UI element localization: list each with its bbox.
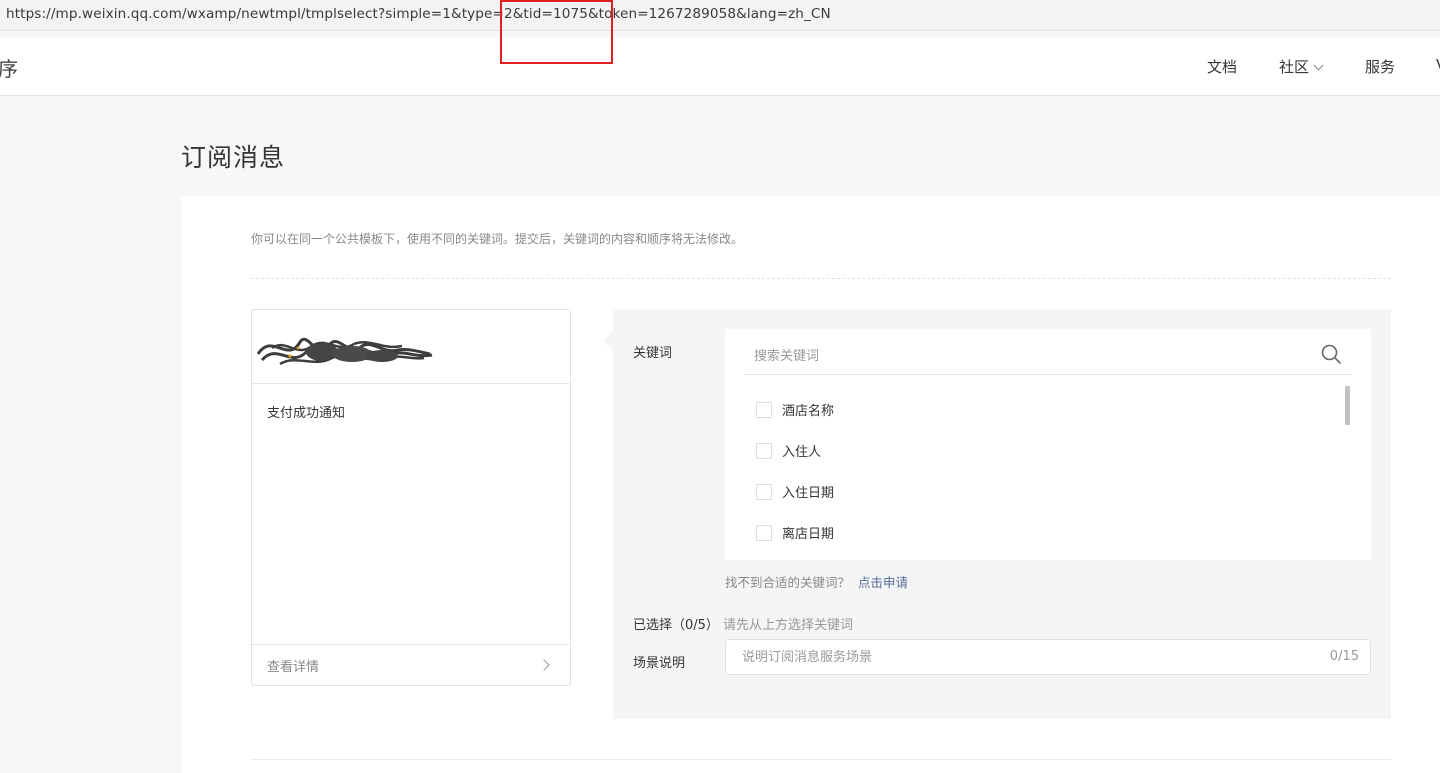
divider: [251, 759, 1391, 760]
page-title: 订阅消息: [181, 143, 286, 172]
main-panel: 你可以在同一个公共模板下，使用不同的关键词。提交后，关键词的内容和顺序将无法修改…: [181, 196, 1440, 773]
cannot-find-row: 找不到合适的关键词？ 点击申请: [725, 572, 908, 591]
keyword-checkbox[interactable]: [756, 401, 772, 418]
keyword-option[interactable]: 入住日期: [756, 471, 834, 512]
keyword-list-scrollbar[interactable]: [1345, 386, 1350, 425]
keyword-checkbox[interactable]: [756, 483, 772, 500]
scene-label: 场景说明: [633, 656, 686, 671]
site-logo-text[interactable]: 序: [0, 53, 18, 82]
apply-keyword-link[interactable]: 点击申请: [858, 575, 908, 590]
keyword-checkbox[interactable]: [756, 524, 772, 541]
scene-char-count: 0/15: [1329, 649, 1359, 664]
page-hint: 你可以在同一个公共模板下，使用不同的关键词。提交后，关键词的内容和顺序将无法修改…: [251, 232, 744, 246]
selected-hint: 请先从上方选择关键词: [722, 618, 853, 633]
keyword-checkbox[interactable]: [756, 442, 772, 459]
view-details-row[interactable]: 查看详情: [252, 644, 570, 685]
keyword-option-label: 入住日期: [782, 486, 835, 501]
keyword-option[interactable]: 入住人: [756, 430, 834, 471]
divider: [251, 278, 1391, 279]
keyword-option[interactable]: 酒店名称: [756, 389, 834, 430]
nav-service[interactable]: 服务: [1365, 56, 1395, 77]
search-icon[interactable]: [1320, 343, 1342, 365]
nav-community[interactable]: 社区: [1279, 56, 1324, 77]
annotation-highlight-box: [500, 0, 613, 64]
chevron-down-icon: [1313, 60, 1324, 71]
view-details-link[interactable]: 查看详情: [267, 656, 319, 675]
keyword-search-input[interactable]: [744, 339, 1352, 375]
keyword-form: 关键词 酒店名称 入住人 入住日期: [603, 309, 1391, 719]
scene-description-input[interactable]: [726, 640, 1286, 674]
template-title: 支付成功通知: [267, 406, 346, 421]
url-text[interactable]: https://mp.weixin.qq.com/wxamp/newtmpl/t…: [6, 6, 831, 22]
keyword-label: 关键词: [633, 346, 673, 361]
keyword-option-label: 入住人: [782, 445, 822, 460]
template-preview-card: 支付成功通知 查看详情: [251, 309, 571, 686]
top-navigation: 序 文档 社区 服务 V: [0, 37, 1440, 96]
selected-row: 已选择（0/5） 请先从上方选择关键词: [633, 614, 853, 633]
keyword-option-label: 离店日期: [782, 527, 835, 542]
browser-address-bar[interactable]: https://mp.weixin.qq.com/wxamp/newtmpl/t…: [0, 0, 1440, 31]
cannot-find-text: 找不到合适的关键词？: [725, 575, 851, 590]
keyword-option-label: 酒店名称: [782, 404, 835, 419]
nav-docs[interactable]: 文档: [1207, 56, 1237, 77]
redaction-scribble: [256, 337, 433, 366]
keyword-option[interactable]: 离店日期: [756, 512, 834, 553]
scene-field[interactable]: 0/15: [725, 639, 1371, 675]
nav-community-label: 社区: [1279, 58, 1310, 76]
keyword-list: 酒店名称 入住人 入住日期 离店日期: [756, 389, 834, 553]
card-header: [252, 310, 570, 384]
nav-more[interactable]: V: [1436, 56, 1440, 74]
selected-count-label: 已选择（0/5）: [633, 618, 719, 633]
keyword-selector: 酒店名称 入住人 入住日期 离店日期: [725, 329, 1371, 560]
chevron-right-icon: [538, 659, 550, 671]
